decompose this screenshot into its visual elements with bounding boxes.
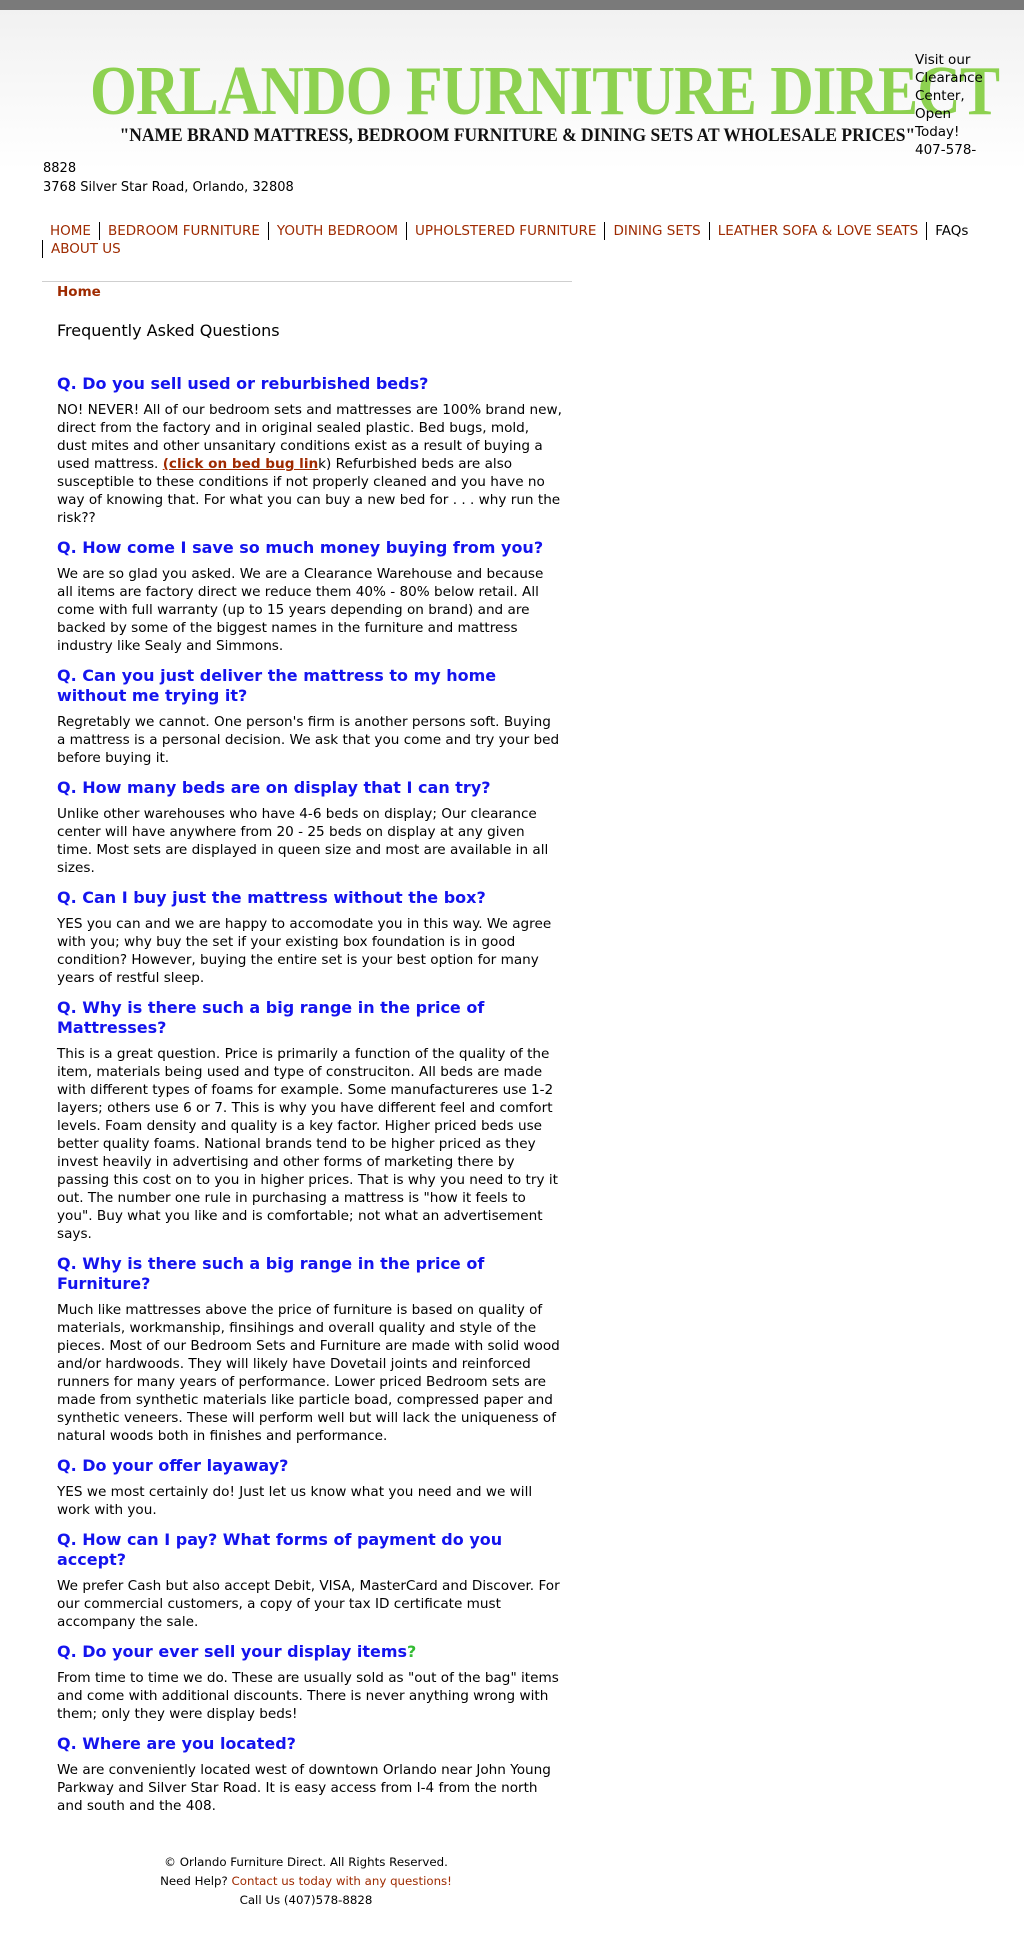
nav-item-upholstered-furniture[interactable]: UPHOLSTERED FURNITURE [406,222,604,240]
bed-bug-link-text[interactable]: (click on bed bug lin [163,456,318,472]
nav-link-youth-bedroom[interactable]: YOUTH BEDROOM [277,223,398,239]
faq-question: Q. Can you just deliver the mattress to … [57,666,497,705]
faq-answer-text: k [318,456,327,472]
top-bar [0,0,1024,10]
call-us: Call Us (407)578-8828 [239,1893,373,1907]
phone-end: 8828 [43,161,77,176]
promo-line: Visit our [915,52,971,68]
nav-link-upholstered-furniture[interactable]: UPHOLSTERED FURNITURE [415,223,596,239]
street-address: 3768 Silver Star Road, Orlando, 32808 [43,180,294,195]
faq-question: Q. Where are you located? [57,1734,296,1753]
nav-item-about-us[interactable]: ABOUT US [42,240,129,258]
faq-question: Q. Do your ever sell your display items? [57,1642,562,1662]
copyright: © Orlando Furniture Direct. All Rights R… [164,1855,448,1869]
site-title[interactable]: ORLANDO FURNITURE DIRECT [90,52,1000,132]
promo-line: Center, [915,88,965,104]
faq-answer: Much like mattresses above the price of … [57,1302,560,1444]
faq-question: Q. Why is there such a big range in the … [57,1254,485,1293]
page-title: Frequently Asked Questions [57,321,280,340]
nav-link-home[interactable]: HOME [50,223,91,239]
question-mark: ? [407,1642,417,1661]
nav-item-home[interactable]: HOME [42,222,99,240]
main-content: Frequently Asked Questions Q. Do you sel… [57,320,562,1826]
faq-answer: We are so glad you asked. We are a Clear… [57,566,544,654]
nav-item-faqs[interactable]: FAQs [926,222,976,240]
promo-line: Today! [915,124,960,140]
clearance-promo: Visit our Clearance Center, Open Today! … [915,51,995,159]
nav-item-leather-sofa[interactable]: LEATHER SOFA & LOVE SEATS [708,222,927,240]
faq-answer: This is a great question. Price is prima… [57,1046,558,1242]
nav-link-dining-sets[interactable]: DINING SETS [613,223,700,239]
faq-question-text: Q. Do your ever sell your display items [57,1642,408,1661]
help-line: Need Help? Contact us today with any que… [140,1872,472,1891]
nav-item-dining-sets[interactable]: DINING SETS [604,222,708,240]
nav-link-faqs[interactable]: FAQs [935,223,968,239]
faq-question: Q. Why is there such a big range in the … [57,998,485,1037]
nav-item-youth-bedroom[interactable]: YOUTH BEDROOM [267,222,406,240]
faq-question: Q. How many beds are on display that I c… [57,778,491,797]
faq-answer: From time to time we do. These are usual… [57,1670,559,1722]
faq-question: Q. How can I pay? What forms of payment … [57,1530,503,1569]
footer: © Orlando Furniture Direct. All Rights R… [140,1853,472,1910]
faq-answer: Unlike other warehouses who have 4-6 bed… [57,806,549,876]
contact-block: 8828 3768 Silver Star Road, Orlando, 328… [43,159,294,197]
faq-answer: YES you can and we are happy to accomoda… [57,916,552,986]
faq-answer: NO! NEVER! All of our bedroom sets and m… [57,401,562,527]
faq-answer: We prefer Cash but also accept Debit, VI… [57,1578,560,1630]
bed-bug-link[interactable]: (click on bed bug lin [163,456,318,472]
promo-line: Clearance [915,70,983,86]
breadcrumb-home[interactable]: Home [57,282,101,302]
faq-answer: YES we most certainly do! Just let us kn… [57,1484,533,1518]
site-tagline: "NAME BRAND MATTRESS, BEDROOM FURNITURE … [119,125,916,146]
main-nav: HOME BEDROOM FURNITURE YOUTH BEDROOM UPHOLS… [42,222,982,258]
faq-answer: We are conveniently located west of down… [57,1762,551,1814]
nav-item-bedroom-furniture[interactable]: BEDROOM FURNITURE [98,222,268,240]
contact-link[interactable]: Contact us today with any questions! [232,1874,452,1888]
faq-question: Q. How come I save so much money buying … [57,538,544,557]
faq-question: Q. Do you sell used or reburbished beds? [57,374,429,393]
nav-link-about-us[interactable]: ABOUT US [51,241,121,257]
faq-answer: Regretably we cannot. One person's firm … [57,714,560,766]
promo-phone-start: 407-578- [915,142,977,158]
help-prefix: Need Help? [160,1874,228,1888]
faq-question: Q. Can I buy just the mattress without t… [57,888,486,907]
nav-link-bedroom-furniture[interactable]: BEDROOM FURNITURE [108,223,260,239]
nav-link-leather-sofa[interactable]: LEATHER SOFA & LOVE SEATS [718,223,919,239]
promo-line: Open [915,106,952,122]
nav-divider [42,281,572,282]
faq-question: Q. Do your offer layaway? [57,1456,289,1475]
